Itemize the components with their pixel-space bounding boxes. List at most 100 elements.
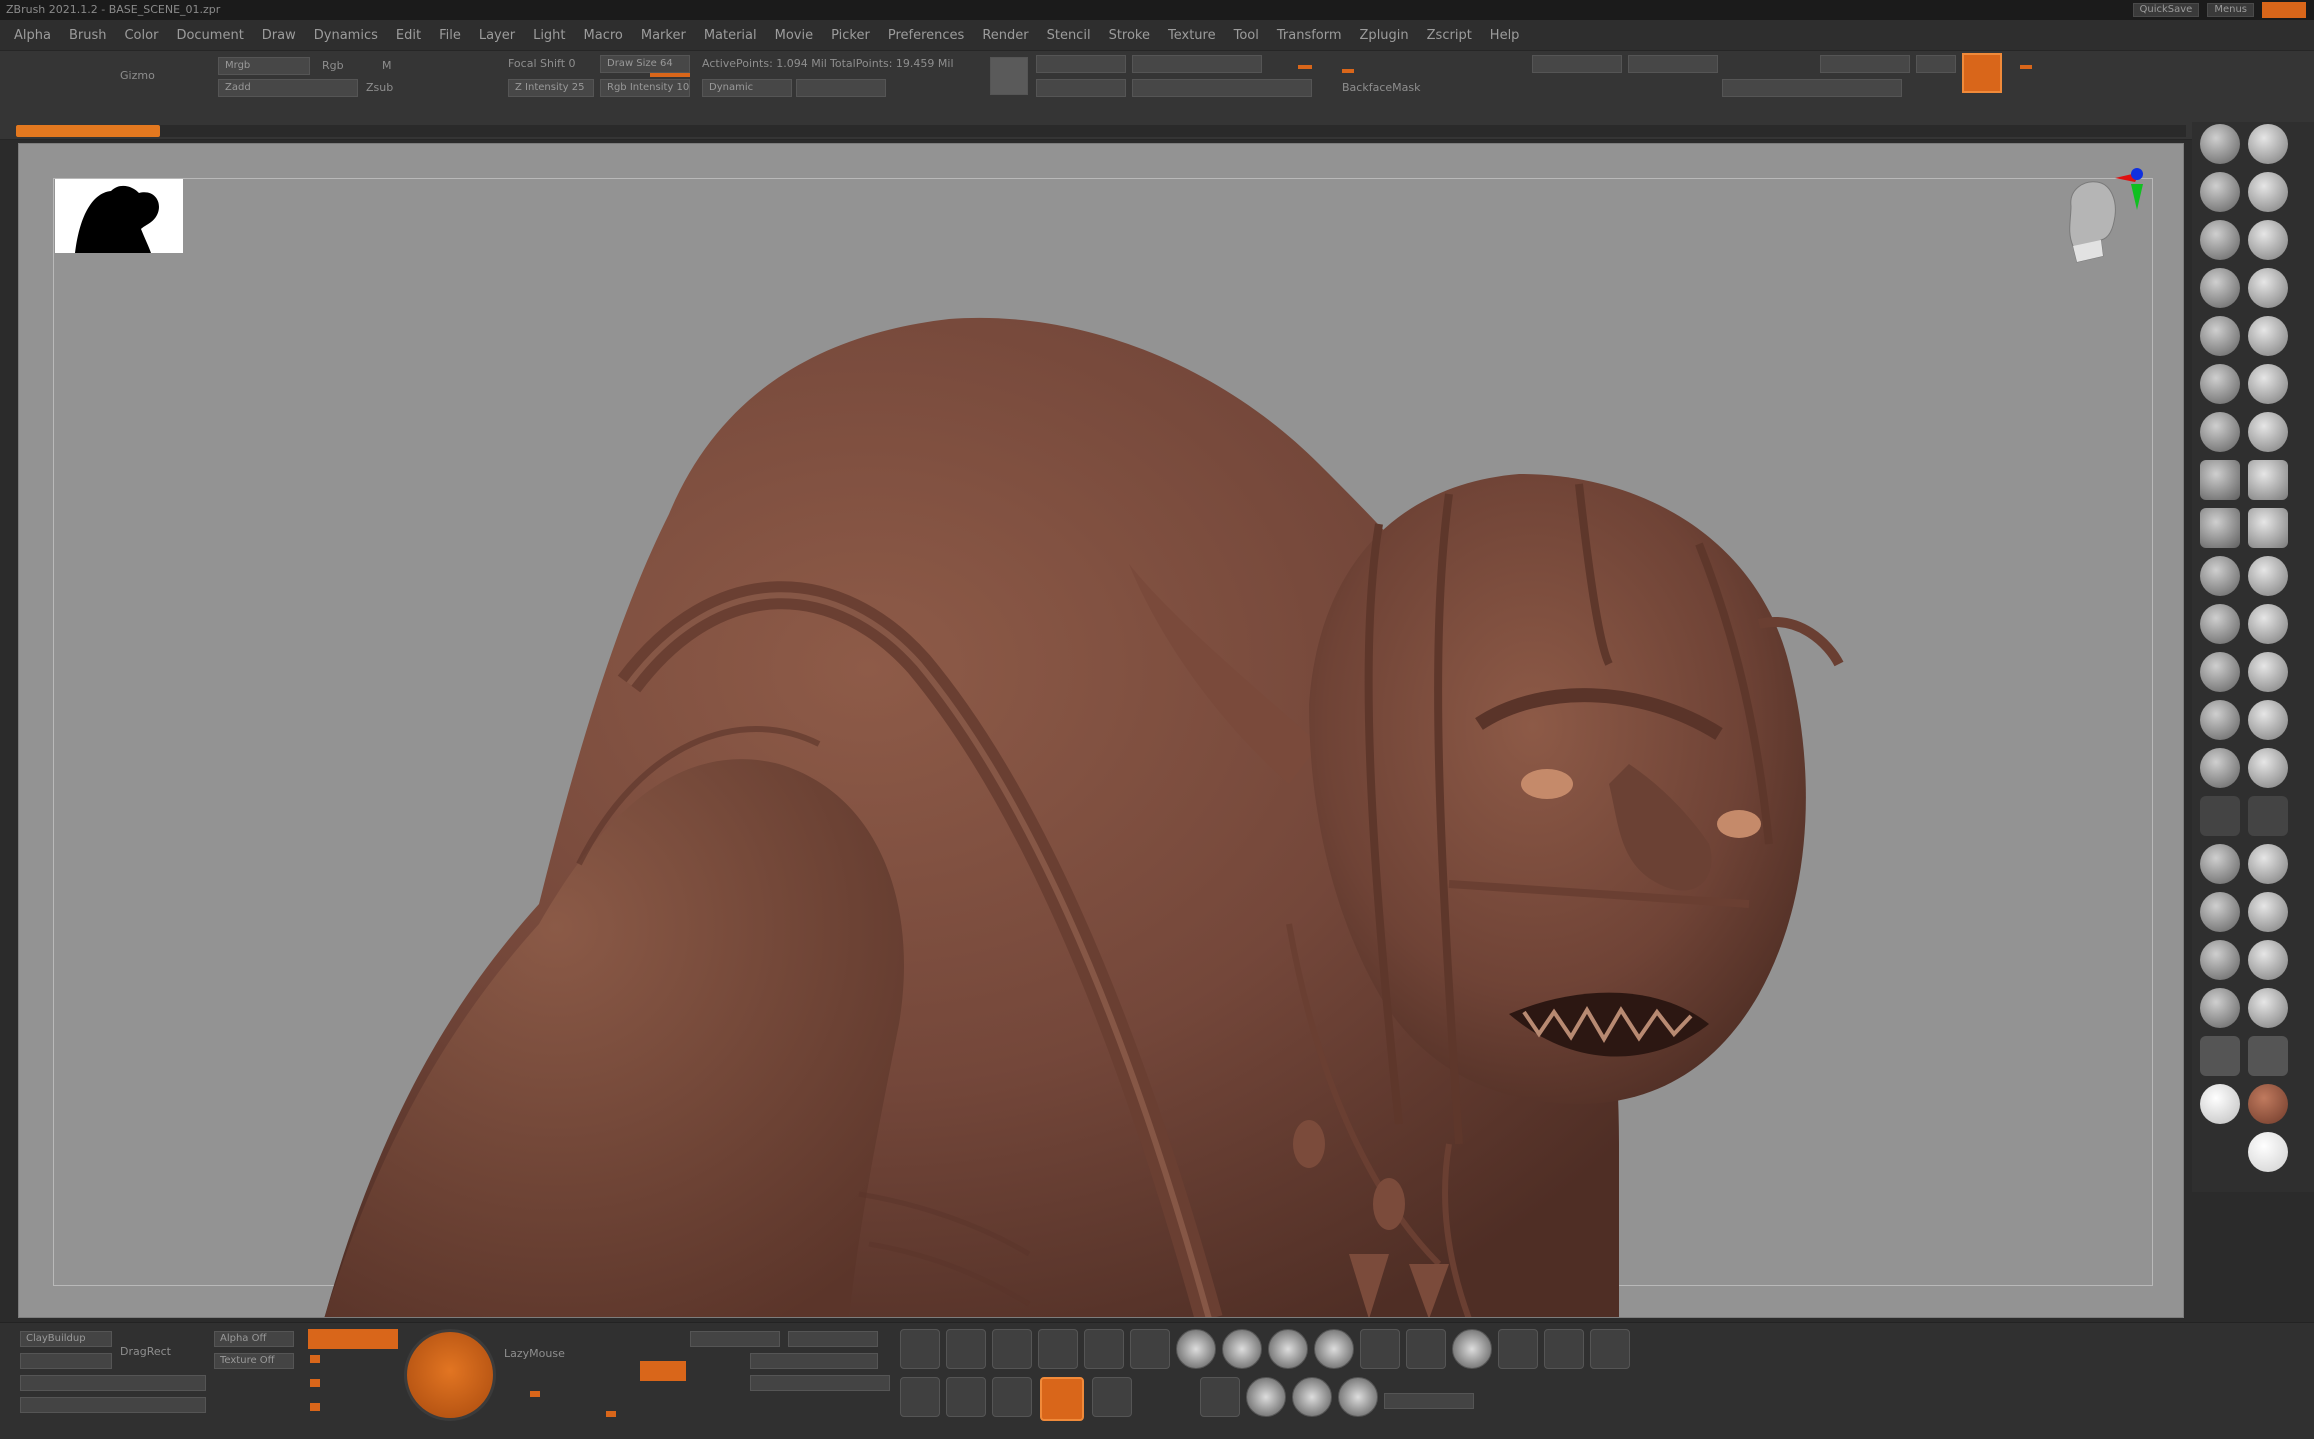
- brush-icon-22[interactable]: [2248, 604, 2288, 644]
- active-orange-button[interactable]: [308, 1329, 398, 1349]
- m-button[interactable]: M: [382, 59, 392, 72]
- brush-name-box[interactable]: ClayBuildup: [20, 1331, 112, 1347]
- tool-icon-14[interactable]: [992, 1377, 1032, 1417]
- menu-item-layer[interactable]: Layer: [479, 28, 515, 43]
- shelf-blank-10[interactable]: [1916, 55, 1956, 73]
- bottom-box-8[interactable]: [1384, 1393, 1474, 1409]
- brush-icon-20[interactable]: [2248, 556, 2288, 596]
- tool-icon-15[interactable]: [1092, 1377, 1132, 1417]
- tool-icon-16[interactable]: [1200, 1377, 1240, 1417]
- active-tool-icon[interactable]: [1040, 1377, 1084, 1421]
- focal-shift-slider[interactable]: Focal Shift 0: [508, 57, 576, 70]
- brush-icon-29[interactable]: [2200, 796, 2240, 836]
- sphere-icon-1[interactable]: [1176, 1329, 1216, 1369]
- shelf-blank-2[interactable]: [1036, 55, 1126, 73]
- shelf-blank-5[interactable]: [1132, 79, 1312, 97]
- dynamic-button[interactable]: Dynamic: [702, 79, 792, 97]
- brush-icon-3[interactable]: [2200, 172, 2240, 212]
- bottom-box-7[interactable]: [750, 1375, 890, 1391]
- brush-icon-25[interactable]: [2200, 700, 2240, 740]
- sphere-icon-3[interactable]: [1268, 1329, 1308, 1369]
- brush-icon-13[interactable]: [2200, 412, 2240, 452]
- tool-icon-8[interactable]: [1406, 1329, 1446, 1369]
- brush-icon-10[interactable]: [2248, 316, 2288, 356]
- mrgb-button[interactable]: Mrgb: [218, 57, 310, 75]
- tool-icon-5[interactable]: [1084, 1329, 1124, 1369]
- lazymouse-label[interactable]: LazyMouse: [504, 1347, 565, 1360]
- brush-icon-38[interactable]: [2248, 988, 2288, 1028]
- z-intensity-slider[interactable]: Z Intensity 25: [508, 79, 594, 97]
- brush-icon-35[interactable]: [2200, 940, 2240, 980]
- tool-icon-3[interactable]: [992, 1329, 1032, 1369]
- sphere-icon-7[interactable]: [1292, 1377, 1332, 1417]
- menu-item-brush[interactable]: Brush: [69, 28, 107, 43]
- menu-item-render[interactable]: Render: [982, 28, 1028, 43]
- brush-icon-30[interactable]: [2248, 796, 2288, 836]
- brush-icon-9[interactable]: [2200, 316, 2240, 356]
- sphere-icon-5[interactable]: [1452, 1329, 1492, 1369]
- gizmo-label[interactable]: Gizmo: [120, 69, 155, 82]
- menu-item-zscript[interactable]: Zscript: [1427, 28, 1472, 43]
- shelf-blank-6[interactable]: [1532, 55, 1622, 73]
- bottom-box-5[interactable]: [788, 1331, 878, 1347]
- menu-item-help[interactable]: Help: [1490, 28, 1520, 43]
- brush-icon-8[interactable]: [2248, 268, 2288, 308]
- menu-item-picker[interactable]: Picker: [831, 28, 870, 43]
- brush-icon-6[interactable]: [2248, 220, 2288, 260]
- sphere-icon-6[interactable]: [1246, 1377, 1286, 1417]
- zsub-button[interactable]: Zsub: [366, 81, 393, 94]
- brush-icon-1[interactable]: [2200, 124, 2240, 164]
- menu-item-alpha[interactable]: Alpha: [14, 28, 51, 43]
- brush-icon-17[interactable]: [2200, 508, 2240, 548]
- tool-icon-10[interactable]: [1544, 1329, 1584, 1369]
- menu-item-tool[interactable]: Tool: [1234, 28, 1259, 43]
- brush-icon-11[interactable]: [2200, 364, 2240, 404]
- tool-icon-1[interactable]: [900, 1329, 940, 1369]
- draw-size-slider[interactable]: Draw Size 64: [600, 55, 690, 73]
- bottom-orange-toggle[interactable]: [640, 1361, 686, 1381]
- tool-icon-13[interactable]: [946, 1377, 986, 1417]
- brush-icon-37[interactable]: [2200, 988, 2240, 1028]
- texture-box[interactable]: Texture Off: [214, 1353, 294, 1369]
- tool-icon-12[interactable]: [900, 1377, 940, 1417]
- material-clay-icon[interactable]: [2248, 1084, 2288, 1124]
- brush-icon-14[interactable]: [2248, 412, 2288, 452]
- menu-item-preferences[interactable]: Preferences: [888, 28, 964, 43]
- shelf-blank-3[interactable]: [1132, 55, 1262, 73]
- sphere-icon-4[interactable]: [1314, 1329, 1354, 1369]
- brush-icon-7[interactable]: [2200, 268, 2240, 308]
- menu-item-stencil[interactable]: Stencil: [1047, 28, 1091, 43]
- menu-item-transform[interactable]: Transform: [1277, 28, 1342, 43]
- quicksave-button[interactable]: QuickSave: [2132, 3, 2200, 17]
- default-zscript-button[interactable]: [2262, 2, 2306, 18]
- brush-icon-18[interactable]: [2248, 508, 2288, 548]
- bottom-box-1[interactable]: [20, 1353, 112, 1369]
- tool-icon-9[interactable]: [1498, 1329, 1538, 1369]
- shelf-blank-7[interactable]: [1628, 55, 1718, 73]
- brush-icon-33[interactable]: [2200, 892, 2240, 932]
- brush-icon-5[interactable]: [2200, 220, 2240, 260]
- bottom-box-2[interactable]: [20, 1375, 206, 1391]
- brush-icon-31[interactable]: [2200, 844, 2240, 884]
- menus-button[interactable]: Menus: [2207, 3, 2254, 17]
- shelf-blank-9[interactable]: [1820, 55, 1910, 73]
- stroke-label[interactable]: DragRect: [120, 1345, 171, 1358]
- brush-icon-23[interactable]: [2200, 652, 2240, 692]
- sphere-icon-8[interactable]: [1338, 1377, 1378, 1417]
- backface-mask-toggle[interactable]: BackfaceMask: [1342, 81, 1420, 94]
- material-slot-2[interactable]: [2248, 1036, 2288, 1076]
- brush-icon-24[interactable]: [2248, 652, 2288, 692]
- material-white-icon[interactable]: [2200, 1084, 2240, 1124]
- menu-item-color[interactable]: Color: [124, 28, 158, 43]
- canvas-viewport[interactable]: [18, 143, 2184, 1318]
- rgb-button[interactable]: Rgb: [322, 59, 344, 72]
- menu-item-document[interactable]: Document: [176, 28, 243, 43]
- sculpt-model[interactable]: [19, 144, 2184, 1318]
- highlighted-shelf-button[interactable]: [1962, 53, 2002, 93]
- menu-item-texture[interactable]: Texture: [1168, 28, 1216, 43]
- rgb-intensity-slider[interactable]: Rgb Intensity 100: [600, 79, 690, 97]
- tool-icon-6[interactable]: [1130, 1329, 1170, 1369]
- tool-icon-11[interactable]: [1590, 1329, 1630, 1369]
- bottom-box-6[interactable]: [750, 1353, 878, 1369]
- brush-icon-28[interactable]: [2248, 748, 2288, 788]
